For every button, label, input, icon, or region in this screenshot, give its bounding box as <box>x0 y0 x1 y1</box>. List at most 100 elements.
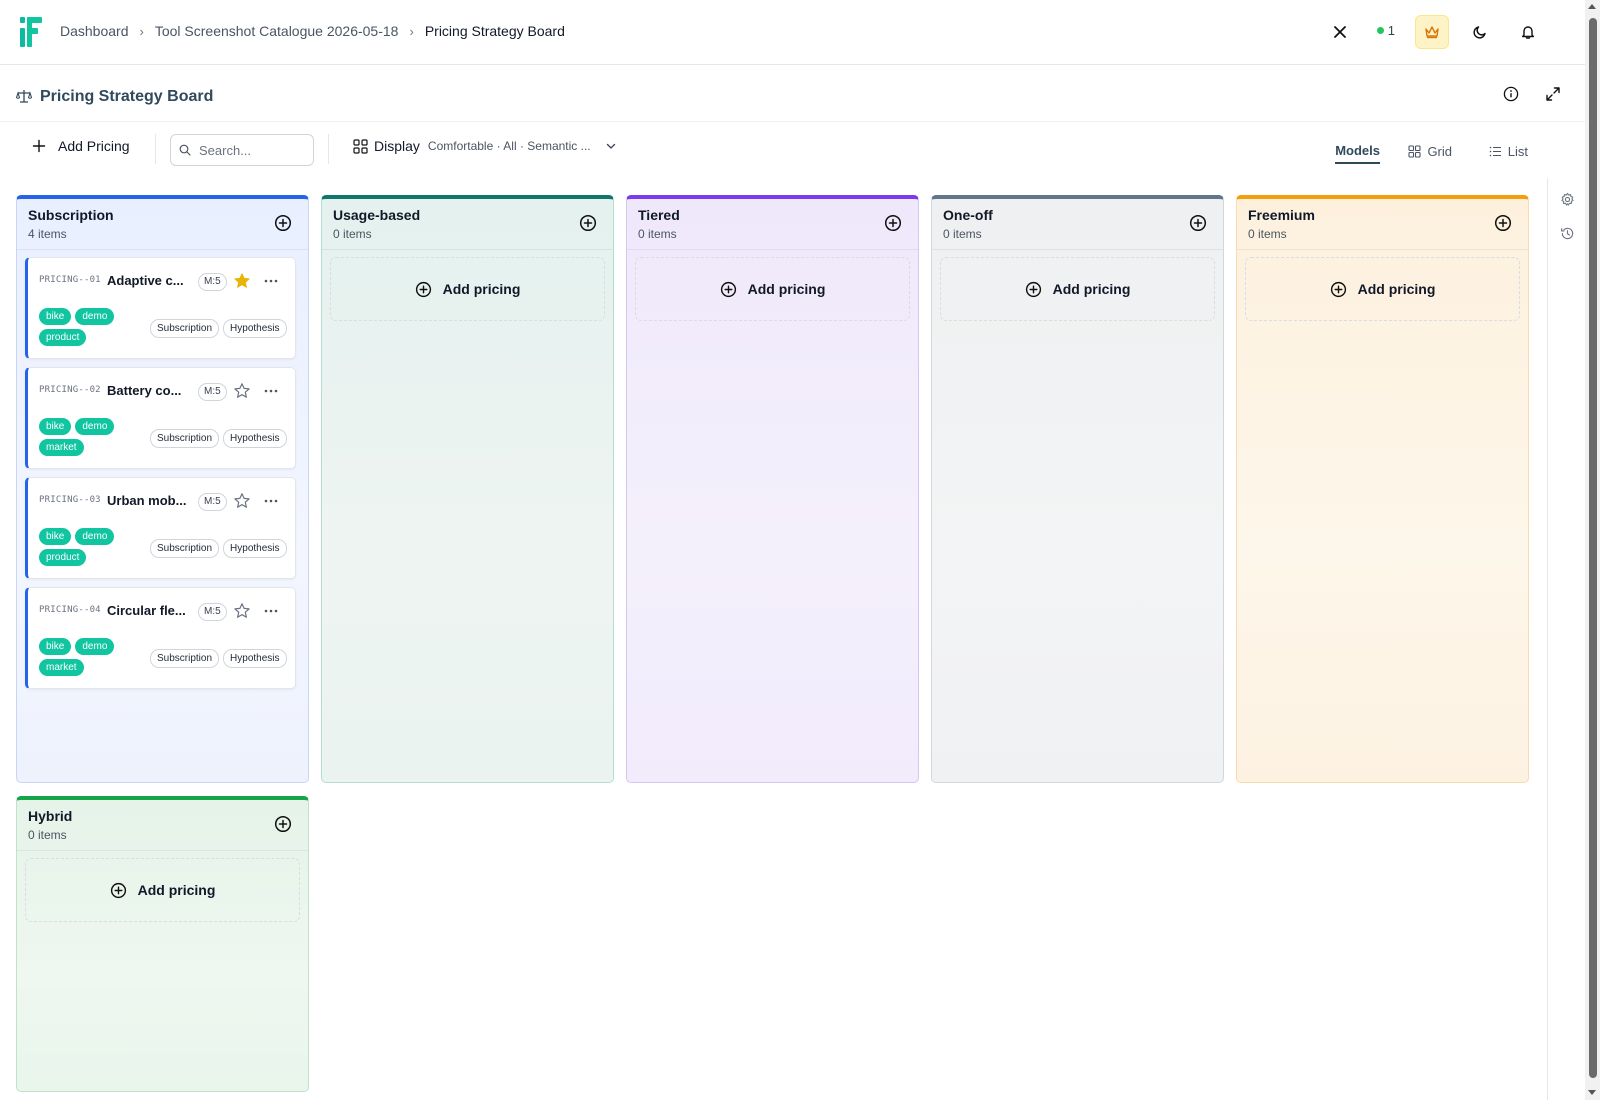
online-dot-icon <box>1376 27 1384 34</box>
view-tab-models-label: Models <box>1335 142 1380 158</box>
card-code: PRICING--04 <box>39 605 101 615</box>
add-circle-icon[interactable] <box>1494 214 1512 232</box>
chevron-right-icon: › <box>139 23 144 39</box>
star-outline-icon[interactable] <box>233 492 251 510</box>
column-tiered: Tiered 0 items Add pricing <box>626 195 919 783</box>
add-circle-icon[interactable] <box>884 214 902 232</box>
pricing-card[interactable]: PRICING--03 Urban mob... M:5 bike demo p… <box>25 477 296 579</box>
divider <box>155 134 156 164</box>
more-horizontal-icon[interactable] <box>262 272 280 290</box>
tag: bike <box>39 308 72 325</box>
scroll-down-icon[interactable] <box>1588 1090 1596 1095</box>
tag: demo <box>75 528 115 545</box>
tag: bike <box>39 638 72 655</box>
add-pricing-label: Add pricing <box>442 281 521 297</box>
card-milestone-badge: M:5 <box>198 603 227 621</box>
add-circle-icon[interactable] <box>274 214 292 232</box>
card-code: PRICING--01 <box>39 275 101 285</box>
column-count: 0 items <box>28 828 67 842</box>
card-title[interactable]: Battery co... <box>107 383 193 398</box>
star-outline-icon[interactable] <box>233 602 251 620</box>
add-circle-icon <box>1330 281 1346 297</box>
card-code: PRICING--03 <box>39 495 101 505</box>
type-chip: Subscription <box>150 649 220 668</box>
search-box[interactable] <box>170 134 314 166</box>
type-chip: Subscription <box>150 429 220 448</box>
column-freemium: Freemium 0 items Add pricing <box>1236 195 1529 783</box>
add-pricing-dropzone[interactable]: Add pricing <box>25 858 300 922</box>
tag: demo <box>75 418 115 435</box>
column-count: 0 items <box>638 227 677 241</box>
pricing-card[interactable]: PRICING--01 Adaptive c... M:5 bike demo … <box>25 257 296 359</box>
page-title: Pricing Strategy Board <box>40 88 214 105</box>
column-divider <box>1237 249 1528 250</box>
online-indicator[interactable]: 1 <box>1376 23 1395 38</box>
column-count: 0 items <box>333 227 372 241</box>
right-rail <box>1547 178 1585 1100</box>
upgrade-button[interactable] <box>1415 15 1449 49</box>
view-tab-models[interactable]: Models <box>1335 138 1380 164</box>
app-logo[interactable] <box>20 17 42 47</box>
column-header: Freemium 0 items <box>1248 207 1315 241</box>
theme-toggle-button[interactable] <box>1463 15 1497 49</box>
add-circle-icon <box>1025 281 1041 297</box>
card-title[interactable]: Urban mob... <box>107 493 193 508</box>
display-options-button[interactable]: Display Comfortable · All · Semantic ... <box>353 138 617 154</box>
more-horizontal-icon[interactable] <box>262 382 280 400</box>
more-horizontal-icon[interactable] <box>262 602 280 620</box>
breadcrumb-dashboard[interactable]: Dashboard <box>60 23 129 39</box>
view-tab-list[interactable]: List <box>1489 138 1528 164</box>
star-filled-icon[interactable] <box>233 272 251 290</box>
star-outline-icon[interactable] <box>233 382 251 400</box>
add-circle-icon[interactable] <box>274 815 292 833</box>
close-button[interactable] <box>1323 15 1357 49</box>
type-chip: Subscription <box>150 319 220 338</box>
search-input[interactable] <box>199 142 309 158</box>
pricing-card[interactable]: PRICING--04 Circular fle... M:5 bike dem… <box>25 587 296 689</box>
fullscreen-button[interactable] <box>1538 79 1568 109</box>
add-circle-icon[interactable] <box>1189 214 1207 232</box>
type-chip: Subscription <box>150 539 220 558</box>
card-tags: bike demo market <box>39 638 127 676</box>
add-pricing-dropzone[interactable]: Add pricing <box>1245 257 1520 321</box>
history-icon[interactable] <box>1560 226 1575 241</box>
column-divider <box>17 850 308 851</box>
breadcrumb-catalogue[interactable]: Tool Screenshot Catalogue 2026-05-18 <box>155 23 399 39</box>
pricing-card[interactable]: PRICING--02 Battery co... M:5 bike demo … <box>25 367 296 469</box>
view-tab-grid[interactable]: Grid <box>1408 138 1452 164</box>
card-chips: Subscription Hypothesis <box>150 539 287 558</box>
grid-icon <box>1408 144 1421 158</box>
page-scrollbar[interactable] <box>1585 0 1600 1100</box>
card-milestone-badge: M:5 <box>198 383 227 401</box>
column-title: Tiered <box>638 207 680 223</box>
add-circle-icon <box>720 281 736 297</box>
add-circle-icon[interactable] <box>579 214 597 232</box>
stage-chip: Hypothesis <box>223 649 287 668</box>
chevron-right-icon: › <box>409 23 414 39</box>
add-pricing-dropzone[interactable]: Add pricing <box>330 257 605 321</box>
top-bar: Dashboard › Tool Screenshot Catalogue 20… <box>0 0 1585 65</box>
settings-gear-icon[interactable] <box>1560 192 1575 207</box>
column-title: One-off <box>943 207 993 223</box>
column-subscription: Subscription 4 items PRICING--01 Adaptiv… <box>16 195 309 783</box>
add-pricing-dropzone[interactable]: Add pricing <box>940 257 1215 321</box>
stage-chip: Hypothesis <box>223 429 287 448</box>
column-divider <box>932 249 1223 250</box>
notifications-button[interactable] <box>1511 15 1545 49</box>
chevron-down-icon <box>606 143 615 149</box>
column-header: Tiered 0 items <box>638 207 680 241</box>
card-title[interactable]: Circular fle... <box>107 603 193 618</box>
scrollbar-thumb[interactable] <box>1589 18 1597 1078</box>
add-pricing-label: Add Pricing <box>58 138 130 154</box>
more-horizontal-icon[interactable] <box>262 492 280 510</box>
column-count: 0 items <box>1248 227 1287 241</box>
bell-icon <box>1522 26 1534 39</box>
add-pricing-dropzone[interactable]: Add pricing <box>635 257 910 321</box>
add-pricing-button[interactable]: Add Pricing <box>32 138 130 154</box>
tag: market <box>39 439 84 456</box>
scroll-up-icon[interactable] <box>1588 4 1596 9</box>
tag: demo <box>75 308 115 325</box>
card-title[interactable]: Adaptive c... <box>107 273 193 288</box>
column-title: Hybrid <box>28 808 73 824</box>
info-button[interactable] <box>1496 79 1526 109</box>
